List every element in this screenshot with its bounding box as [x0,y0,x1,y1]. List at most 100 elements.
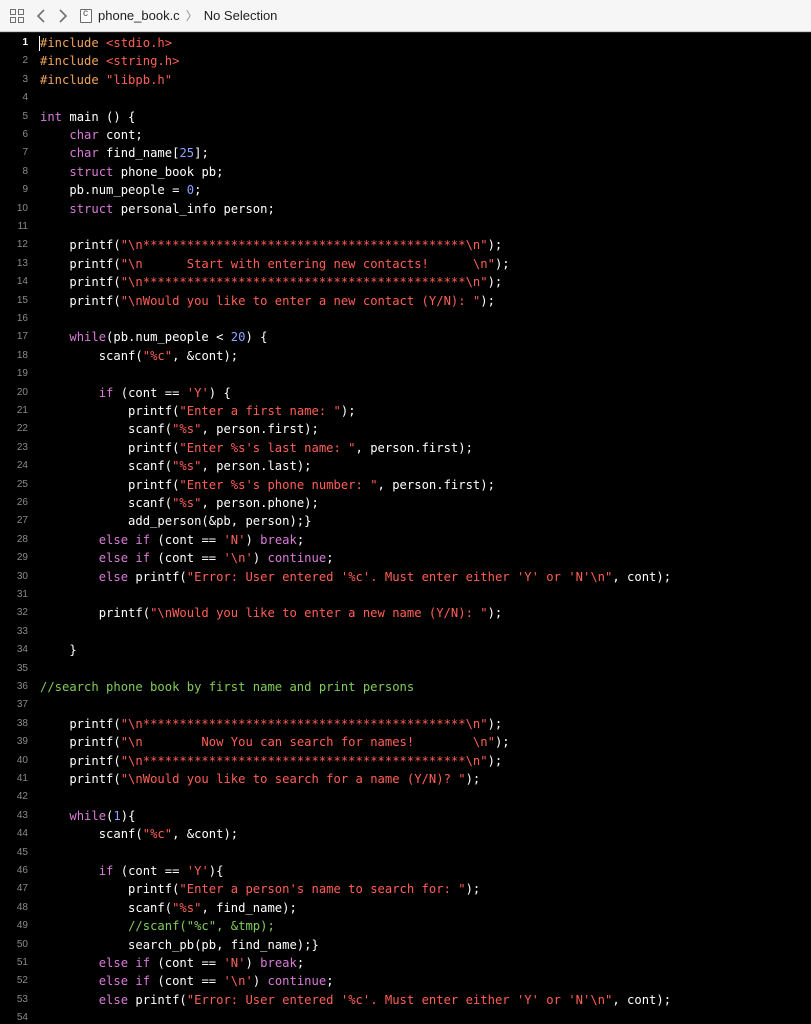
line-number: 41 [16,773,28,784]
code-token: #include [40,36,107,50]
code-token: printf( [40,882,180,897]
code-line[interactable]: 43 while(1){ [0,807,811,825]
line-number: 50 [16,938,28,950]
code-line[interactable]: 53 else printf("Error: User entered '%c'… [0,991,811,1009]
code-line[interactable]: 2 #include <string.h> [0,52,811,70]
code-token: ); [487,716,503,731]
code-line[interactable]: 20 if (cont == 'Y') { [0,384,811,402]
code-line[interactable]: 10 struct personal_info person; [0,200,811,218]
code-text: printf("\n******************************… [40,752,502,770]
code-line[interactable]: 28 else if (cont == 'N') break; [0,531,811,549]
code-line[interactable]: 46 if (cont == 'Y'){ [0,862,811,880]
code-line[interactable]: 33 [0,623,811,641]
code-line[interactable]: 41 printf("\nWould you like to search fo… [0,770,811,788]
code-line[interactable]: 18 scanf("%c", &cont); [0,347,811,365]
line-number: 44 [16,828,28,840]
code-token: "%s" [172,422,202,437]
code-line[interactable]: 21 printf("Enter a first name: "); [0,402,811,420]
code-line[interactable]: 34 } [0,641,811,659]
code-line[interactable]: 31 [0,586,811,604]
code-line[interactable]: 47 printf("Enter a person's name to sear… [0,880,811,898]
line-number: 16 [16,313,28,324]
code-line[interactable]: 30 else printf("Error: User entered '%c'… [0,568,811,586]
line-number: 33 [16,625,28,637]
code-line[interactable]: 38 printf("\n***************************… [0,715,811,733]
code-line[interactable]: 6 char cont; [0,126,811,144]
code-token: struct [69,164,114,179]
line-number: 42 [16,791,28,803]
line-number: 48 [16,901,28,913]
code-token: , person.first); [201,422,319,437]
code-line[interactable]: 11 [0,218,811,236]
code-token: else [98,992,129,1007]
code-token: printf( [40,293,121,308]
line-number: 34 [16,644,28,656]
c-file-icon [80,8,92,23]
breadcrumb-selection[interactable]: No Selection [204,8,278,23]
code-token: (cont == [150,956,224,970]
code-line[interactable]: 24 scanf("%s", person.last); [0,457,811,475]
code-line[interactable]: 14 printf("\n***************************… [0,273,811,291]
code-line[interactable]: 36 //search phone book by first name and … [0,678,811,696]
code-line[interactable]: 4 [0,89,811,107]
code-line[interactable]: 51 else if (cont == 'N') break; [0,954,811,972]
code-line[interactable]: 37 [0,696,811,714]
code-line[interactable]: 48 scanf("%s", find_name); [0,899,811,917]
code-line[interactable]: 52 else if (cont == '\n') continue; [0,972,811,990]
code-line[interactable]: 9 pb.num_people = 0; [0,181,811,199]
code-line[interactable]: 22 scanf("%s", person.first); [0,420,811,438]
code-line[interactable]: 35 [0,660,811,678]
line-number: 9 [22,184,28,196]
code-line[interactable]: 27 add_person(&pb, person);} [0,512,811,530]
code-token: else if [98,956,151,970]
code-token: ; [326,974,334,989]
code-line[interactable]: 54 [0,1009,811,1024]
code-token: continue [267,551,327,566]
code-line[interactable]: 40 printf("\n***************************… [0,752,811,770]
code-line[interactable]: 32 printf("\nWould you like to enter a n… [0,604,811,622]
code-line[interactable]: 23 printf("Enter %s's last name: ", pers… [0,439,811,457]
code-token: '\n' [223,551,253,566]
code-token: printf( [40,716,121,731]
code-editor[interactable]: 1 #include <stdio.h> 2 #include <string.h> 3… [0,33,811,1024]
code-line[interactable]: 25 printf("Enter %s's phone number: ", p… [0,476,811,494]
code-line[interactable]: 44 scanf("%c", &cont); [0,825,811,843]
code-token: ; [326,551,334,566]
code-text: printf("\n Start with entering new conta… [40,255,509,273]
line-number: 43 [16,809,28,821]
code-token: "%s" [172,496,202,510]
code-line[interactable]: 1 #include <stdio.h> [0,34,811,52]
code-line[interactable]: 50 search_pb(pb, find_name);} [0,936,811,954]
code-line[interactable]: 19 [0,365,811,383]
code-line[interactable]: 26 scanf("%s", person.phone); [0,494,811,512]
code-token: printf( [40,477,180,492]
chevron-right-icon[interactable] [52,0,74,32]
code-line[interactable]: 12 printf("\n***************************… [0,236,811,254]
code-line[interactable]: 3 #include "libpb.h" [0,71,811,89]
code-line[interactable]: 5 int main () { [0,108,811,126]
code-line[interactable]: 45 [0,844,811,862]
code-line[interactable]: 29 else if (cont == '\n') continue; [0,549,811,567]
breadcrumb-file[interactable]: phone_book.c [98,8,180,23]
code-token: printf( [40,772,121,786]
chevron-left-icon[interactable] [30,0,52,32]
code-text: scanf("%c", &cont); [40,825,238,843]
code-line[interactable]: 17 while(pb.num_people < 20) { [0,328,811,346]
code-line[interactable]: 42 [0,788,811,806]
code-token: printf( [128,569,187,584]
code-token: #include [40,54,107,69]
code-text: scanf("%s", find_name); [40,899,297,917]
code-line[interactable]: 16 [0,310,811,328]
grid-icon[interactable] [4,0,30,32]
code-token: } [40,643,77,658]
code-line[interactable]: 39 printf("\n Now You can search for nam… [0,733,811,751]
line-number: 11 [17,221,28,232]
code-line[interactable]: 8 struct phone_book pb; [0,163,811,181]
code-line[interactable]: 7 char find_name[25]; [0,144,811,162]
code-text: else if (cont == '\n') continue; [40,549,334,567]
code-line[interactable]: 13 printf("\n Start with entering new co… [0,255,811,273]
code-line[interactable]: 15 printf("\nWould you like to enter a n… [0,292,811,310]
code-line[interactable]: 49 //scanf("%c", &tmp); [0,917,811,935]
